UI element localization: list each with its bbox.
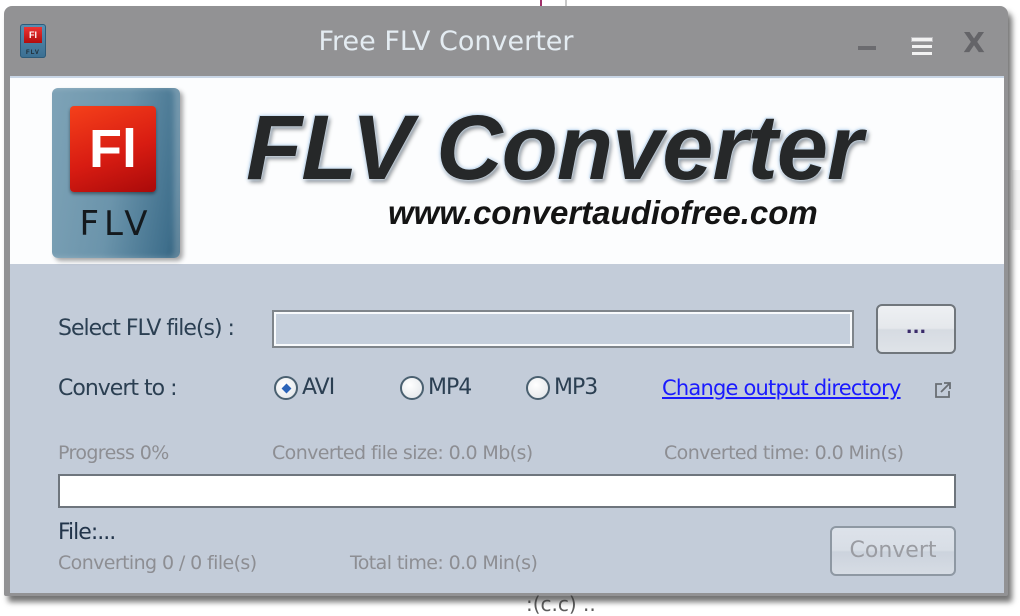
total-time-label: Total time: 0.0 Min(s)	[350, 552, 538, 574]
progress-bar	[58, 474, 956, 508]
background-text: :(c.c) ..	[526, 592, 596, 616]
radio-mp4-label: MP4	[428, 375, 472, 400]
converted-time-label: Converted time: 0.0 Min(s)	[664, 442, 904, 464]
radio-mp3-label: MP3	[554, 375, 598, 400]
minimize-icon[interactable]	[854, 30, 884, 56]
radio-mp4[interactable]: MP4	[400, 375, 472, 400]
radio-unchecked-icon[interactable]	[526, 375, 550, 400]
maximize-icon[interactable]	[908, 30, 938, 56]
radio-mp3[interactable]: MP3	[526, 375, 598, 400]
converting-count-label: Converting 0 / 0 file(s)	[58, 552, 257, 574]
file-path-input[interactable]	[272, 310, 854, 348]
select-files-label: Select FLV file(s) :	[58, 316, 235, 341]
radio-avi[interactable]: AVI	[274, 375, 335, 400]
brand-title: FLV Converter	[246, 97, 863, 199]
title-bar[interactable]: Fl FLV Free FLV Converter X	[4, 6, 1008, 76]
progress-label: Progress 0%	[58, 442, 169, 464]
convert-to-label: Convert to :	[58, 376, 177, 401]
close-icon[interactable]: X	[959, 29, 989, 57]
external-link-icon[interactable]	[934, 381, 952, 399]
convert-button[interactable]: Convert	[830, 526, 956, 576]
logo-caption: FLV	[79, 204, 153, 244]
banner: Fl FLV FLV Converter www.convertaudiofre…	[10, 78, 1004, 264]
current-file-label: File:...	[58, 520, 116, 545]
browse-button[interactable]: ...	[876, 304, 956, 354]
radio-avi-label: AVI	[302, 375, 335, 400]
radio-unchecked-icon[interactable]	[400, 375, 424, 400]
radio-checked-icon[interactable]	[274, 375, 298, 400]
brand-url: www.convertaudiofree.com	[388, 194, 818, 231]
client-area: Fl FLV FLV Converter www.convertaudiofre…	[10, 76, 1004, 593]
flv-logo-icon: Fl FLV	[52, 88, 180, 258]
change-output-directory-link[interactable]: Change output directory	[662, 376, 901, 400]
converted-size-label: Converted file size: 0.0 Mb(s)	[272, 442, 533, 464]
app-window: Fl FLV Free FLV Converter X Fl FLV FLV C…	[4, 6, 1008, 596]
background-divider	[1012, 170, 1020, 230]
logo-symbol: Fl	[70, 106, 156, 192]
